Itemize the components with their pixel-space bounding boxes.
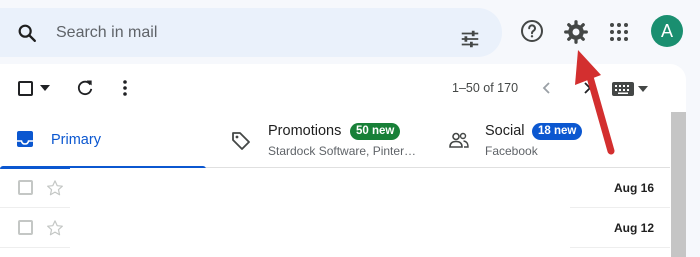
star-icon[interactable]: [46, 219, 64, 237]
chevron-right-icon[interactable]: [580, 80, 594, 96]
new-count-badge: 50 new: [350, 123, 401, 140]
people-icon: [449, 132, 469, 148]
scrollbar[interactable]: [671, 112, 686, 257]
mail-toolbar: 1–50 of 170: [0, 64, 670, 112]
search-icon[interactable]: [16, 22, 38, 44]
keyboard-icon[interactable]: [612, 82, 634, 96]
tab-social[interactable]: Social 18 new Facebook: [446, 112, 670, 168]
more-vert-icon[interactable]: [120, 78, 130, 98]
tag-icon: [232, 132, 250, 150]
help-icon[interactable]: [520, 19, 544, 43]
category-tabs: Primary Promotions 50 new Stardock Softw…: [0, 112, 670, 169]
tab-label: Primary: [51, 132, 101, 148]
new-count-badge: 18 new: [532, 123, 583, 140]
tab-primary[interactable]: Primary: [0, 112, 206, 169]
avatar[interactable]: A: [651, 15, 683, 47]
select-all-checkbox[interactable]: [18, 81, 33, 96]
row-checkbox[interactable]: [18, 180, 33, 195]
mail-panel: 1–50 of 170 Primary Promotions 50 new St…: [0, 64, 686, 257]
row-content: [70, 208, 570, 248]
gear-icon[interactable]: [563, 19, 589, 45]
row-date: Aug 12: [613, 221, 654, 235]
row-checkbox[interactable]: [18, 220, 33, 235]
search-input[interactable]: [56, 21, 436, 45]
refresh-icon[interactable]: [75, 78, 95, 98]
tab-senders: Facebook: [485, 144, 538, 158]
star-icon[interactable]: [46, 179, 64, 197]
tab-label: Promotions: [268, 123, 342, 139]
row-content: [70, 168, 570, 208]
tab-senders: Stardock Software, Pinter…: [268, 144, 417, 158]
tab-promotions[interactable]: Promotions 50 new Stardock Software, Pin…: [226, 112, 431, 168]
caret-down-icon[interactable]: [638, 84, 648, 94]
inbox-icon: [17, 131, 33, 147]
table-row[interactable]: Aug 16: [0, 168, 670, 208]
table-row[interactable]: Aug 12: [0, 208, 670, 248]
apps-icon[interactable]: [607, 20, 631, 44]
chevron-left-icon[interactable]: [540, 80, 554, 96]
tab-label: Social: [485, 123, 525, 139]
pagination-range: 1–50 of 170: [452, 81, 519, 95]
row-date: Aug 16: [613, 181, 654, 195]
caret-down-icon[interactable]: [40, 83, 50, 93]
search-bar: [0, 8, 502, 57]
tune-icon[interactable]: [459, 28, 481, 50]
